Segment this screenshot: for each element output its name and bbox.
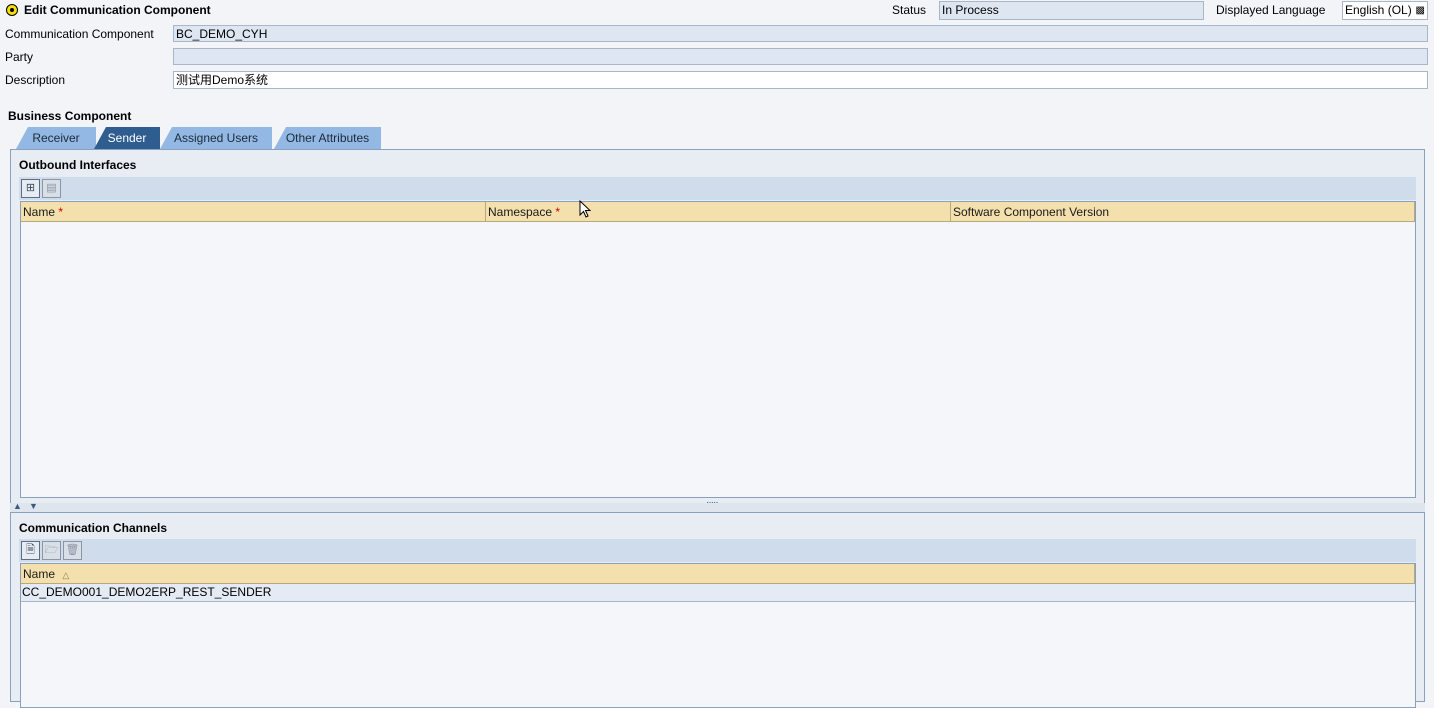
language-value: English (OL)	[1345, 3, 1412, 17]
column-header-namespace[interactable]: Namespace *	[486, 202, 951, 222]
tab-sender[interactable]: Sender	[94, 127, 160, 149]
party-field	[173, 48, 1428, 65]
remove-row-button[interactable]: ▤	[42, 179, 61, 198]
remove-row-icon: ▤	[46, 182, 57, 194]
dropdown-icon[interactable]: ▩	[1416, 4, 1425, 18]
outbound-interfaces-title: Outbound Interfaces	[19, 158, 137, 172]
new-channel-button[interactable]: 🗎	[21, 541, 40, 560]
column-header-software-component-version[interactable]: Software Component Version	[951, 202, 1415, 222]
mouse-cursor-icon	[579, 200, 591, 218]
collapse-up-icon[interactable]: ▲	[13, 501, 22, 511]
outbound-toolbar: ⊞ ▤	[19, 177, 1416, 200]
status-label: Status	[892, 3, 927, 17]
column-header-name[interactable]: Name *	[21, 202, 486, 222]
outbound-interfaces-panel: Outbound Interfaces ⊞ ▤ Name * Namespace…	[10, 149, 1425, 505]
channel-name-cell: CC_DEMO001_DEMO2ERP_REST_SENDER	[22, 585, 272, 599]
party-label: Party	[5, 50, 34, 64]
column-header-channel-name[interactable]: Name △	[21, 564, 1415, 584]
comm-component-field: BC_DEMO_CYH	[173, 25, 1428, 42]
status-indicator-icon	[6, 4, 18, 16]
splitter-grip-icon[interactable]: ·····	[706, 497, 719, 508]
required-marker: *	[555, 205, 561, 219]
add-row-icon: ⊞	[25, 182, 36, 194]
description-label: Description	[5, 73, 66, 87]
trash-icon: 🗑	[65, 544, 80, 556]
channels-toolbar: 🗎 🗁 🗑	[19, 539, 1416, 562]
table-row[interactable]: CC_DEMO001_DEMO2ERP_REST_SENDER	[21, 584, 1415, 602]
new-document-icon: 🗎	[26, 544, 35, 556]
delete-channel-button[interactable]: 🗑	[63, 541, 82, 560]
language-select[interactable]: English (OL) ▩	[1342, 1, 1428, 20]
page-title: Edit Communication Component	[24, 3, 211, 17]
communication-channels-panel: Communication Channels 🗎 🗁 🗑 Name △ CC_D…	[10, 512, 1425, 708]
tab-assigned-users[interactable]: Assigned Users	[160, 127, 272, 149]
displayed-language-label: Displayed Language	[1216, 3, 1326, 17]
tab-receiver[interactable]: Receiver	[16, 127, 96, 149]
comm-component-label: Communication Component	[5, 27, 154, 41]
panel-splitter[interactable]: ▲ ▼ ·····	[10, 497, 1425, 512]
status-field: In Process	[939, 1, 1204, 20]
description-input[interactable]: 测试用Demo系统	[173, 71, 1428, 89]
open-folder-icon: 🗁	[44, 544, 59, 556]
open-channel-button[interactable]: 🗁	[42, 541, 61, 560]
tab-other-attributes[interactable]: Other Attributes	[274, 127, 381, 149]
collapse-down-icon[interactable]: ▼	[29, 501, 38, 511]
communication-channels-table: Name △ CC_DEMO001_DEMO2ERP_REST_SENDER	[20, 563, 1416, 708]
required-marker: *	[58, 205, 64, 219]
add-row-button[interactable]: ⊞	[21, 179, 40, 198]
outbound-interfaces-table: Name * Namespace * Software Component Ve…	[20, 201, 1416, 498]
business-component-title: Business Component	[8, 109, 132, 123]
sort-ascending-icon[interactable]: △	[62, 570, 69, 580]
communication-channels-title: Communication Channels	[19, 521, 168, 535]
